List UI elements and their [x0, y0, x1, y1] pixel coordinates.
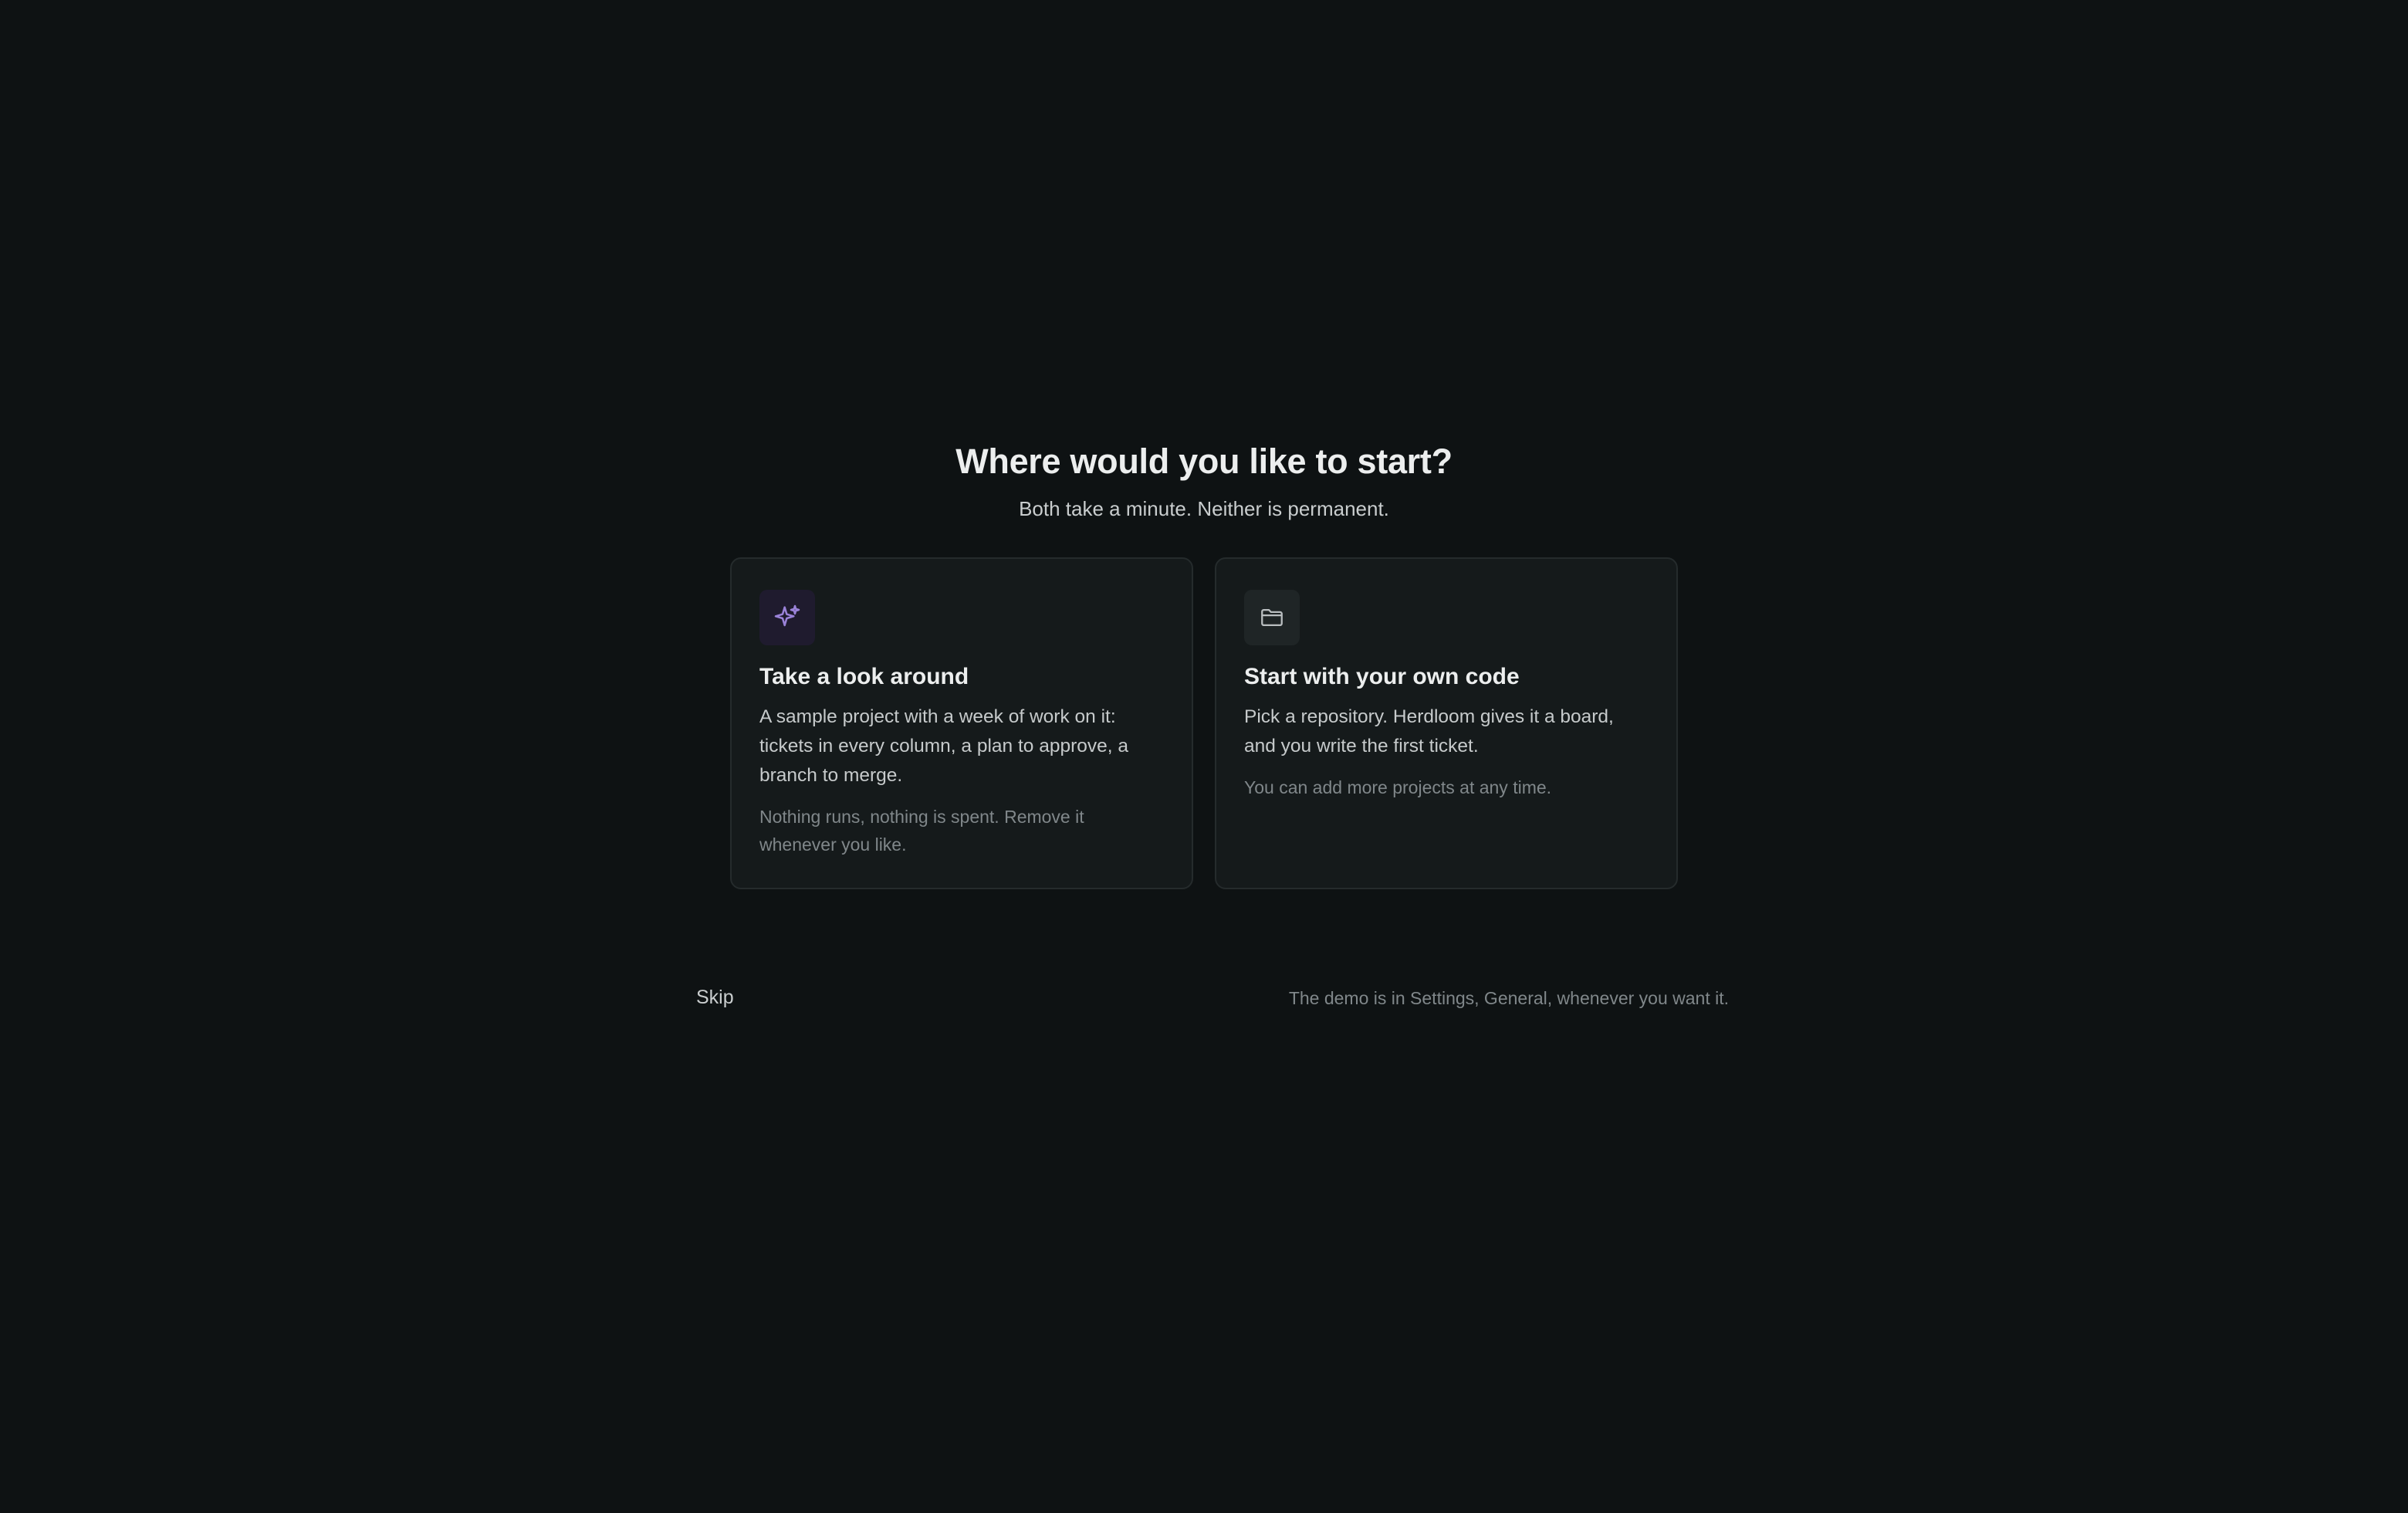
sparkle-icon	[759, 590, 815, 645]
footer-hint: The demo is in Settings, General, whenev…	[1288, 988, 1729, 1008]
option-title: Start with your own code	[1244, 664, 1520, 689]
option-card-own-code[interactable]: Start with your own code Pick a reposito…	[1215, 557, 1678, 889]
page-subtitle: Both take a minute. Neither is permanent…	[1019, 497, 1389, 520]
option-description: Pick a repository. Herdloom gives it a b…	[1244, 706, 1614, 756]
onboarding-screen: Where would you like to start? Both take…	[0, 0, 2408, 1513]
option-note: You can add more projects at any time.	[1244, 777, 1552, 797]
option-card-demo[interactable]: Take a look around A sample project with…	[730, 557, 1193, 889]
option-description: A sample project with a week of work on …	[759, 706, 1129, 786]
option-note: Nothing runs, nothing is spent. Remove i…	[759, 807, 1084, 855]
skip-button[interactable]: Skip	[696, 987, 734, 1009]
folder-icon	[1244, 590, 1300, 645]
option-title: Take a look around	[759, 664, 969, 689]
page-title: Where would you like to start?	[955, 442, 1453, 481]
